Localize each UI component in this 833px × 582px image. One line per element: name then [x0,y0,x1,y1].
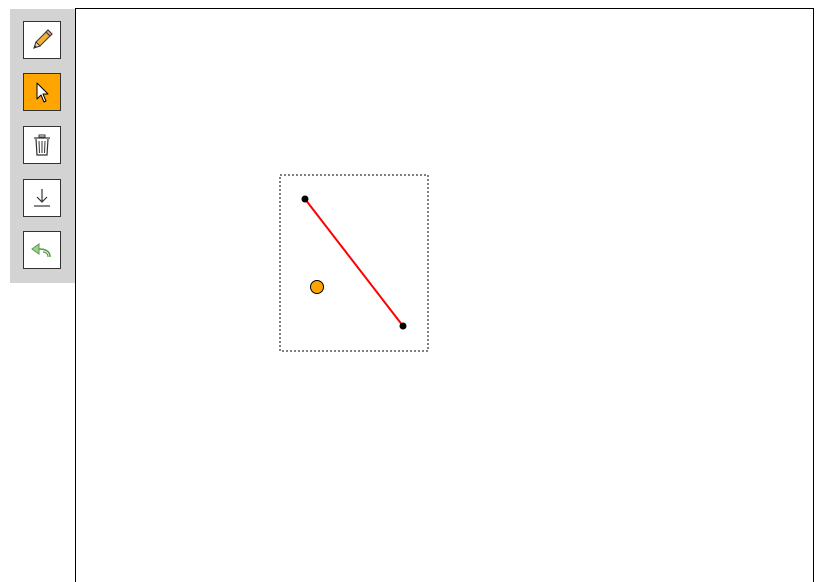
pencil-tool-button[interactable] [23,21,61,59]
select-tool-button[interactable] [23,73,61,111]
undo-icon [29,237,55,263]
move-handle[interactable] [310,280,324,294]
download-icon [29,185,55,211]
line-end-point[interactable] [399,322,407,330]
drawing-app [0,0,833,582]
toolbar [10,9,75,283]
trash-icon [29,132,55,158]
undo-tool-button[interactable] [23,231,61,269]
pencil-icon [29,27,55,53]
red-line-shape[interactable] [304,198,404,327]
drawing-canvas[interactable] [75,8,814,582]
drawing-surface[interactable] [76,9,813,582]
line-start-point[interactable] [301,195,309,203]
cursor-arrow-icon [29,79,55,105]
delete-tool-button[interactable] [23,126,61,164]
download-tool-button[interactable] [23,179,61,217]
